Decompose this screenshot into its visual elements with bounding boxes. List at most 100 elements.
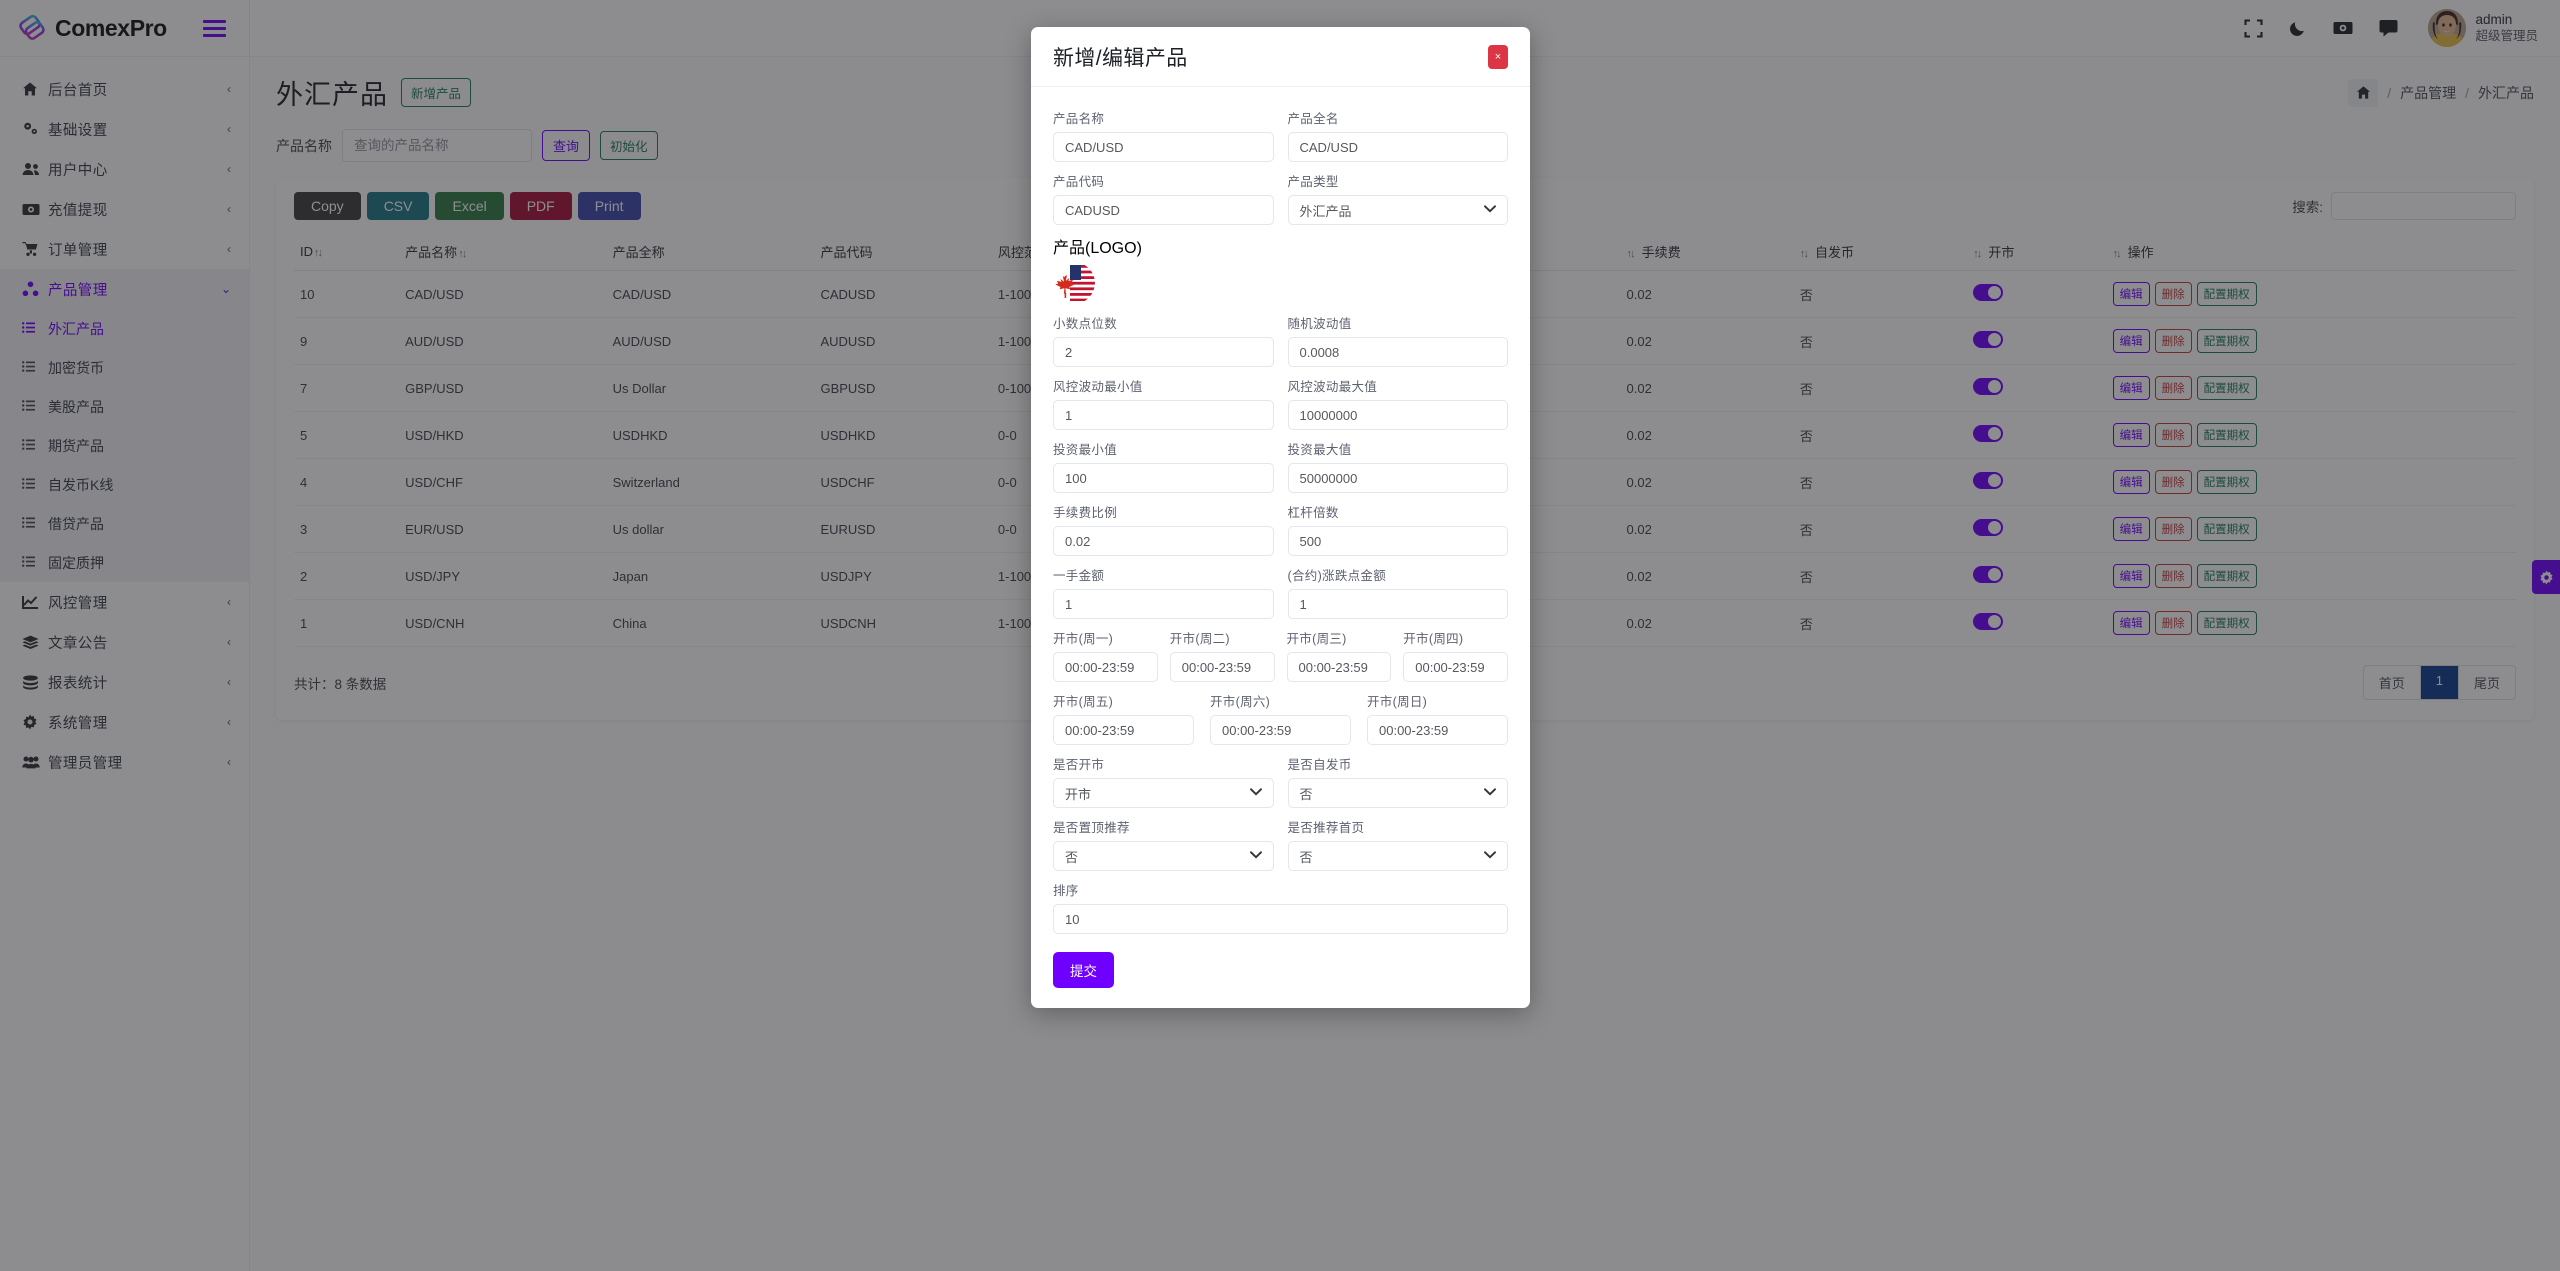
market-hours-saturday-input[interactable] — [1210, 715, 1351, 745]
is-open-select[interactable]: 开市 — [1053, 778, 1274, 808]
label-market-hours-saturday: 开市(周六) — [1210, 695, 1271, 709]
product-name-input[interactable] — [1053, 132, 1274, 162]
product-code-input[interactable] — [1053, 195, 1274, 225]
row-top-home: 是否置顶推荐 否 是否推荐首页 否 — [1053, 808, 1508, 871]
label-tick-amount: (合约)涨跌点金额 — [1287, 569, 1387, 583]
label-random-fluctuation: 随机波动值 — [1287, 317, 1352, 331]
row-fee-leverage: 手续费比例 杠杆倍数 — [1053, 493, 1508, 556]
field-product-code: 产品代码 — [1053, 171, 1274, 225]
is-self-coin-select[interactable]: 否 — [1287, 778, 1508, 808]
row-market-hours-fri-sun: 开市(周五) 开市(周六) 开市(周日) — [1053, 682, 1508, 745]
label-decimals: 小数点位数 — [1053, 317, 1118, 331]
label-market-hours-monday: 开市(周一) — [1053, 632, 1114, 646]
field-market-hours-sunday: 开市(周日) — [1367, 691, 1508, 745]
fee-ratio-input[interactable] — [1053, 526, 1274, 556]
modal-body: 产品名称 产品全名 产品代码 产品类型 外汇产品 — [1031, 87, 1530, 1008]
label-market-hours-friday: 开市(周五) — [1053, 695, 1114, 709]
lot-amount-input[interactable] — [1053, 589, 1274, 619]
field-product-name: 产品名称 — [1053, 108, 1274, 162]
market-hours-sunday-input[interactable] — [1367, 715, 1508, 745]
label-invest-min: 投资最小值 — [1053, 443, 1118, 457]
is-top-select[interactable]: 否 — [1053, 841, 1274, 871]
chevron-down-icon — [1484, 787, 1496, 799]
label-invest-max: 投资最大值 — [1287, 443, 1352, 457]
modal-title: 新增/编辑产品 — [1053, 47, 1188, 70]
market-hours-friday-input[interactable] — [1053, 715, 1194, 745]
field-is-top: 是否置顶推荐 否 — [1053, 817, 1274, 871]
label-product-type: 产品类型 — [1287, 175, 1339, 189]
modal-header: 新增/编辑产品 × — [1031, 27, 1530, 87]
invest-max-input[interactable] — [1287, 463, 1508, 493]
field-random-fluctuation: 随机波动值 — [1287, 313, 1508, 367]
submit-button[interactable]: 提交 — [1053, 952, 1114, 988]
market-hours-wednesday-input[interactable] — [1286, 652, 1392, 682]
risk-max-input[interactable] — [1287, 400, 1508, 430]
leverage-input[interactable] — [1287, 526, 1508, 556]
is-home-value: 否 — [1299, 849, 1313, 865]
product-edit-modal: 新增/编辑产品 × 产品名称 产品全名 产品代码 — [1031, 27, 1530, 1008]
row-decimals-fluct: 小数点位数 随机波动值 — [1053, 304, 1508, 367]
field-market-hours-wednesday: 开市(周三) — [1286, 628, 1392, 682]
chevron-down-icon — [1484, 204, 1496, 216]
chevron-down-icon — [1249, 850, 1262, 862]
label-product-name: 产品名称 — [1053, 112, 1105, 126]
is-top-value: 否 — [1065, 849, 1079, 865]
field-invest-max: 投资最大值 — [1287, 439, 1508, 493]
label-sort: 排序 — [1053, 884, 1079, 898]
field-is-open: 是否开市 开市 — [1053, 754, 1274, 808]
field-is-home: 是否推荐首页 否 — [1287, 817, 1508, 871]
field-market-hours-saturday: 开市(周六) — [1210, 691, 1351, 745]
field-market-hours-tuesday: 开市(周二) — [1169, 628, 1275, 682]
product-type-value: 外汇产品 — [1299, 203, 1352, 219]
invest-min-input[interactable] — [1053, 463, 1274, 493]
row-market-hours-mon-thu: 开市(周一) 开市(周二) 开市(周三) 开市(周四) — [1053, 619, 1508, 682]
label-market-hours-wednesday: 开市(周三) — [1286, 632, 1347, 646]
field-decimals: 小数点位数 — [1053, 313, 1274, 367]
product-fullname-input[interactable] — [1287, 132, 1508, 162]
row-invest-range: 投资最小值 投资最大值 — [1053, 430, 1508, 493]
label-risk-max: 风控波动最大值 — [1287, 380, 1378, 394]
field-leverage: 杠杆倍数 — [1287, 502, 1508, 556]
field-invest-min: 投资最小值 — [1053, 439, 1274, 493]
field-market-hours-monday: 开市(周一) — [1053, 628, 1158, 682]
decimals-input[interactable] — [1053, 337, 1274, 367]
row-open-selfcoin: 是否开市 开市 是否自发币 否 — [1053, 745, 1508, 808]
label-market-hours-tuesday: 开市(周二) — [1169, 632, 1230, 646]
risk-min-input[interactable] — [1053, 400, 1274, 430]
field-market-hours-thursday: 开市(周四) — [1403, 628, 1508, 682]
app-root: ComexPro 后台首页 ‹ — [0, 0, 2560, 1271]
label-is-self-coin: 是否自发币 — [1287, 758, 1352, 772]
row-code-type: 产品代码 产品类型 外汇产品 — [1053, 162, 1508, 225]
label-is-top: 是否置顶推荐 — [1053, 821, 1130, 835]
market-hours-monday-input[interactable] — [1053, 652, 1158, 682]
is-self-coin-value: 否 — [1299, 786, 1313, 802]
random-fluctuation-input[interactable] — [1287, 337, 1508, 367]
is-open-value: 开市 — [1065, 786, 1092, 802]
market-hours-thursday-input[interactable] — [1403, 652, 1508, 682]
field-product-fullname: 产品全名 — [1287, 108, 1508, 162]
field-fee-ratio: 手续费比例 — [1053, 502, 1274, 556]
field-market-hours-friday: 开市(周五) — [1053, 691, 1194, 745]
label-is-open: 是否开市 — [1053, 758, 1105, 772]
field-product-type: 产品类型 外汇产品 — [1287, 171, 1508, 225]
is-home-select[interactable]: 否 — [1287, 841, 1508, 871]
label-lot-amount: 一手金额 — [1053, 569, 1105, 583]
field-tick-amount: (合约)涨跌点金额 — [1287, 565, 1508, 619]
chevron-down-icon — [1249, 787, 1262, 799]
row-name: 产品名称 产品全名 — [1053, 99, 1508, 162]
flag-cad-usd-icon[interactable] — [1053, 262, 1095, 304]
sort-input[interactable] — [1053, 904, 1508, 934]
chevron-down-icon — [1484, 850, 1496, 862]
field-lot-amount: 一手金额 — [1053, 565, 1274, 619]
label-market-hours-thursday: 开市(周四) — [1403, 632, 1464, 646]
market-hours-tuesday-input[interactable] — [1169, 652, 1275, 682]
field-is-self-coin: 是否自发币 否 — [1287, 754, 1508, 808]
row-lot-tick: 一手金额 (合约)涨跌点金额 — [1053, 556, 1508, 619]
field-product-logo: 产品(LOGO) — [1053, 234, 1508, 304]
close-icon[interactable]: × — [1488, 45, 1508, 69]
label-leverage: 杠杆倍数 — [1287, 506, 1339, 520]
tick-amount-input[interactable] — [1287, 589, 1508, 619]
product-type-select[interactable]: 外汇产品 — [1287, 195, 1508, 225]
label-product-fullname: 产品全名 — [1287, 112, 1339, 126]
label-is-home: 是否推荐首页 — [1287, 821, 1365, 835]
